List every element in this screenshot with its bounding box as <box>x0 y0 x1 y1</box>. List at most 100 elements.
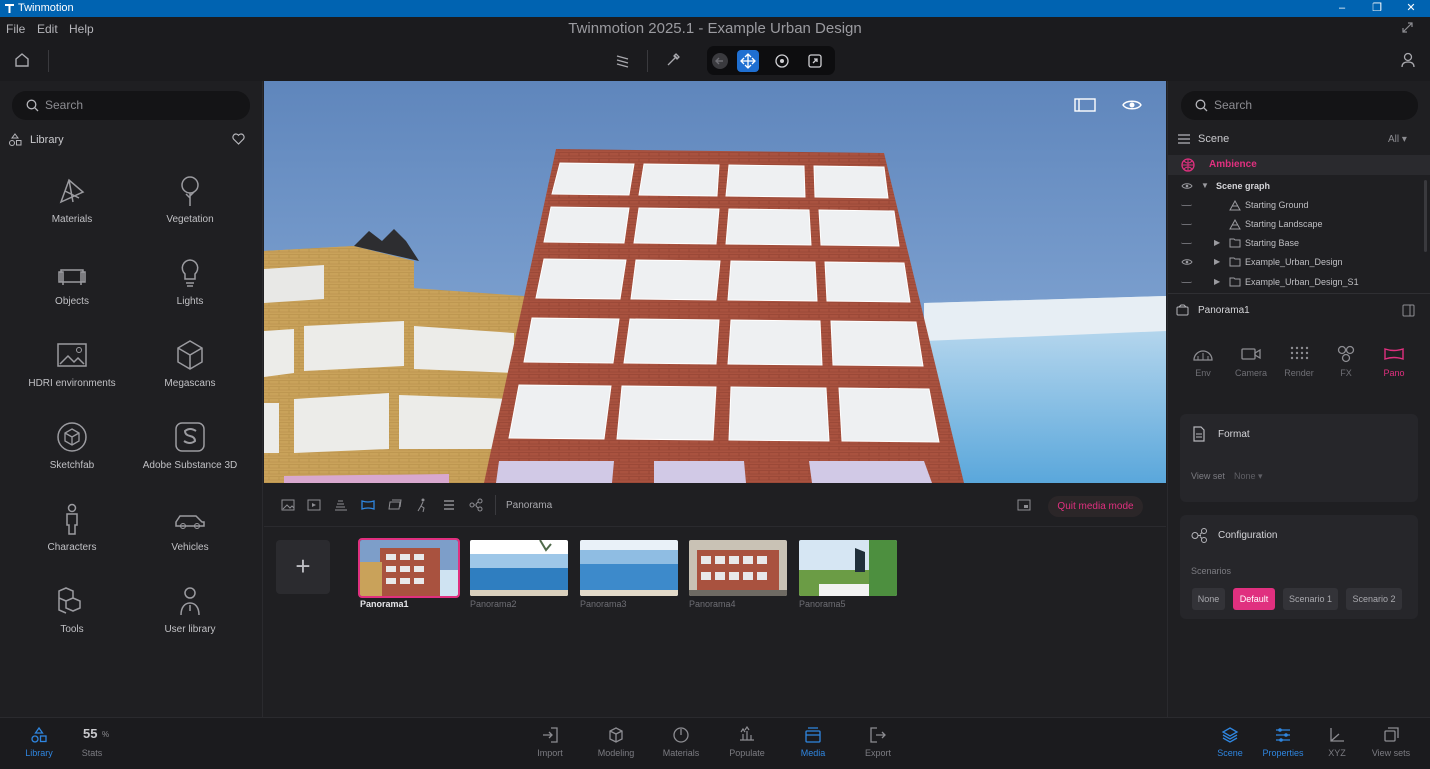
move-tool-icon[interactable] <box>737 50 759 72</box>
home-icon[interactable] <box>13 51 33 71</box>
library-item-objects[interactable]: Objects <box>13 256 131 338</box>
nav-media[interactable]: Media <box>783 726 843 762</box>
library-item-adobe-substance-3d[interactable]: Adobe Substance 3D <box>131 420 249 502</box>
nav-export[interactable]: Export <box>848 726 908 762</box>
walk-media-icon[interactable] <box>415 498 429 512</box>
phasing-media-icon[interactable] <box>334 498 348 512</box>
nav-library[interactable]: Library <box>9 726 69 762</box>
minimize-button[interactable]: – <box>1335 1 1349 15</box>
nav-properties[interactable]: Properties <box>1253 726 1313 762</box>
panorama-thumbnail[interactable] <box>689 540 787 596</box>
media-toolbar: Panorama <box>264 483 1166 527</box>
tab-label: Pano <box>1383 368 1405 378</box>
tree-row-scene-graph[interactable]: ▼ Scene graph <box>1168 177 1424 196</box>
stack-media-icon[interactable] <box>442 498 456 512</box>
expand-arrow-icon[interactable]: ▼ <box>1201 181 1209 190</box>
panorama-thumbnail[interactable] <box>799 540 897 596</box>
close-window-button[interactable]: ✕ <box>1404 1 1418 15</box>
collapsed-arrow-icon[interactable]: ▶ <box>1214 238 1220 247</box>
viewport-frame-icon[interactable] <box>1074 98 1096 112</box>
scenario-default-button[interactable]: Default <box>1233 588 1275 610</box>
tab-env[interactable]: Env <box>1183 344 1223 380</box>
panorama-thumbnail[interactable] <box>580 540 678 596</box>
scenario-2-button[interactable]: Scenario 2 <box>1346 588 1402 610</box>
scene-filter-dropdown[interactable]: All ▾ <box>1388 134 1407 145</box>
library-item-user-library[interactable]: User library <box>131 584 249 666</box>
tree-row-example-urban-design-s1[interactable]: ▶ Example_Urban_Design_S1 <box>1168 273 1424 292</box>
library-item-vegetation[interactable]: Vegetation <box>131 174 249 256</box>
view-set-dropdown[interactable]: None ▾ <box>1234 471 1263 482</box>
library-item-characters[interactable]: Characters <box>13 502 131 584</box>
substance-icon <box>173 420 207 454</box>
menu-help[interactable]: Help <box>69 22 94 36</box>
quit-media-mode-button[interactable]: Quit media mode <box>1048 496 1143 517</box>
nodes-media-icon[interactable] <box>469 498 483 512</box>
library-item-tools[interactable]: Tools <box>13 584 131 666</box>
split-view-icon[interactable] <box>1402 304 1415 317</box>
scenario-1-button[interactable]: Scenario 1 <box>1283 588 1338 610</box>
video-media-icon[interactable] <box>307 498 321 512</box>
tree-row-starting-landscape[interactable]: Starting Landscape <box>1168 215 1424 234</box>
library-item-materials[interactable]: Materials <box>13 174 131 256</box>
user-account-icon[interactable] <box>1399 51 1419 71</box>
panorama-thumbnail[interactable] <box>470 540 568 596</box>
nav-modeling[interactable]: Modeling <box>586 726 646 762</box>
collapsed-arrow-icon[interactable]: ▶ <box>1214 257 1220 266</box>
nav-view-sets[interactable]: View sets <box>1361 726 1421 762</box>
scene-scrollbar[interactable] <box>1424 180 1427 252</box>
nav-populate[interactable]: Populate <box>717 726 777 762</box>
stats-unit: % <box>102 730 110 739</box>
collapsed-arrow-icon[interactable]: ▶ <box>1214 277 1220 286</box>
library-item-sketchfab[interactable]: Sketchfab <box>13 420 131 502</box>
menu-file[interactable]: File <box>6 22 25 36</box>
scene-search-input[interactable]: Search <box>1181 91 1418 120</box>
layers-icon[interactable] <box>614 51 634 71</box>
restore-button[interactable]: ❐ <box>1370 1 1384 15</box>
ambience-row[interactable]: Ambience <box>1168 155 1430 175</box>
library-item-lights[interactable]: Lights <box>131 256 249 338</box>
tree-row-starting-base[interactable]: ▶ Starting Base <box>1168 234 1424 253</box>
library-item-megascans[interactable]: Megascans <box>131 338 249 420</box>
image-media-icon[interactable] <box>281 498 295 512</box>
nav-xyz[interactable]: XYZ <box>1307 726 1367 762</box>
tab-render[interactable]: Render <box>1279 344 1319 380</box>
panorama-thumbnail[interactable] <box>358 538 460 598</box>
nav-label: Materials <box>662 748 700 758</box>
panorama-label: Panorama3 <box>580 599 627 609</box>
library-search-input[interactable]: Search <box>12 91 250 120</box>
tab-label: Env <box>1195 368 1211 378</box>
back-arrow-icon[interactable] <box>709 50 731 72</box>
tab-camera[interactable]: Camera <box>1231 344 1271 380</box>
fullscreen-icon[interactable] <box>1401 21 1414 34</box>
add-panorama-button[interactable]: + <box>276 540 330 594</box>
rotate-tool-icon[interactable] <box>771 50 793 72</box>
scale-tool-icon[interactable] <box>804 50 826 72</box>
hidden-eye-icon[interactable] <box>1181 204 1192 206</box>
favorites-heart-icon[interactable] <box>232 133 245 145</box>
picture-in-picture-icon[interactable] <box>1017 498 1031 512</box>
nav-import[interactable]: Import <box>520 726 580 762</box>
scenario-none-button[interactable]: None <box>1192 588 1225 610</box>
eye-icon[interactable] <box>1181 182 1193 190</box>
library-heading: Library <box>30 134 64 146</box>
menu-edit[interactable]: Edit <box>37 22 58 36</box>
eyedropper-icon[interactable] <box>664 51 684 71</box>
eye-icon[interactable] <box>1181 258 1193 266</box>
hidden-eye-icon[interactable] <box>1181 223 1192 225</box>
tab-pano[interactable]: Pano <box>1374 344 1414 380</box>
hidden-eye-icon[interactable] <box>1181 242 1192 244</box>
tab-fx[interactable]: FX <box>1326 344 1366 380</box>
hidden-eye-icon[interactable] <box>1181 281 1192 283</box>
nav-stats[interactable]: 55 % Stats <box>62 726 122 762</box>
library-item-vehicles[interactable]: Vehicles <box>131 502 249 584</box>
tree-row-starting-ground[interactable]: Starting Ground <box>1168 196 1424 215</box>
tree-row-example-urban-design[interactable]: ▶ Example_Urban_Design <box>1168 253 1424 272</box>
visibility-eye-icon[interactable] <box>1122 98 1142 112</box>
cubes-icon <box>55 584 89 618</box>
presentation-media-icon[interactable] <box>388 498 402 512</box>
panorama-media-icon[interactable] <box>361 498 375 512</box>
3d-viewport[interactable] <box>264 81 1166 483</box>
library-item-hdri-environments[interactable]: HDRI environments <box>13 338 131 420</box>
nav-scene[interactable]: Scene <box>1200 726 1260 762</box>
nav-materials[interactable]: Materials <box>651 726 711 762</box>
